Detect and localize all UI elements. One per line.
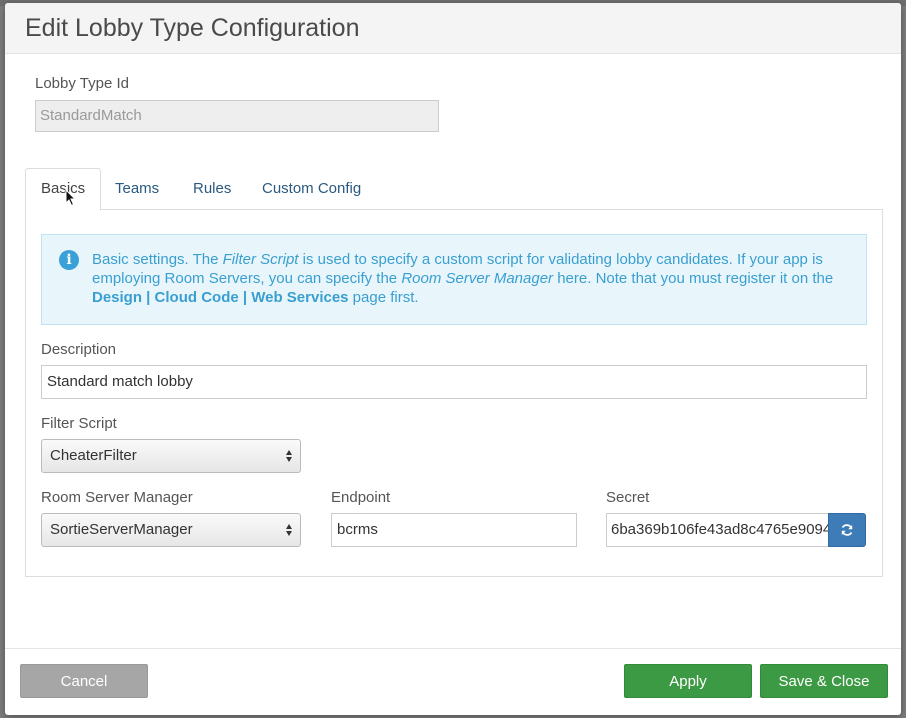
info-text-part: page first. xyxy=(348,289,419,306)
info-text-part: Basic settings. The xyxy=(92,251,223,268)
lobby-type-id-input[interactable]: StandardMatch xyxy=(35,100,439,132)
footer-divider xyxy=(5,648,901,649)
select-arrows-icon xyxy=(286,447,294,465)
description-label: Description xyxy=(41,341,117,358)
tab-teams[interactable]: Teams xyxy=(100,168,174,210)
info-room-server-manager-term: Room Server Manager xyxy=(401,270,554,287)
tab-rules[interactable]: Rules xyxy=(178,168,246,210)
save-close-button[interactable]: Save & Close xyxy=(760,664,888,698)
room-server-manager-label: Room Server Manager xyxy=(41,489,193,506)
select-arrows-icon xyxy=(286,521,294,539)
room-server-manager-selected: SortieServerManager xyxy=(50,521,193,538)
refresh-icon xyxy=(841,524,853,536)
info-text-part: here. Note that you must register it on … xyxy=(553,270,834,287)
filter-script-selected: CheaterFilter xyxy=(50,447,137,464)
info-box: i Basic settings. The Filter Script is u… xyxy=(41,234,867,325)
tab-basics[interactable]: Basics xyxy=(25,168,102,211)
tab-custom-config[interactable]: Custom Config xyxy=(247,168,376,210)
info-design-cloud-code-link[interactable]: Design | Cloud Code | Web Services xyxy=(92,289,349,306)
secret-input[interactable]: 6ba369b106fe43ad8c4765e9094 xyxy=(606,513,829,547)
modal-header: Edit Lobby Type Configuration xyxy=(5,3,901,54)
info-icon: i xyxy=(59,250,79,270)
apply-button[interactable]: Apply xyxy=(624,664,752,698)
filter-script-label: Filter Script xyxy=(41,415,117,432)
cancel-button[interactable]: Cancel xyxy=(20,664,148,698)
description-input[interactable]: Standard match lobby xyxy=(41,365,867,399)
info-text: Basic settings. The Filter Script is use… xyxy=(92,250,852,307)
lobby-type-id-label: Lobby Type Id xyxy=(35,75,129,92)
endpoint-input[interactable]: bcrms xyxy=(331,513,577,547)
edit-lobby-type-modal: Edit Lobby Type Configuration Lobby Type… xyxy=(5,3,901,715)
endpoint-label: Endpoint xyxy=(331,489,391,506)
mouse-cursor-icon xyxy=(65,189,77,207)
modal-title: Edit Lobby Type Configuration xyxy=(25,13,360,42)
room-server-manager-select[interactable]: SortieServerManager xyxy=(41,513,301,547)
filter-script-select[interactable]: CheaterFilter xyxy=(41,439,301,473)
info-filter-script-term: Filter Script xyxy=(222,251,299,268)
tab-bar: Basics Teams Rules Custom Config xyxy=(25,168,883,211)
secret-label: Secret xyxy=(606,489,650,506)
refresh-secret-button[interactable] xyxy=(828,513,866,547)
